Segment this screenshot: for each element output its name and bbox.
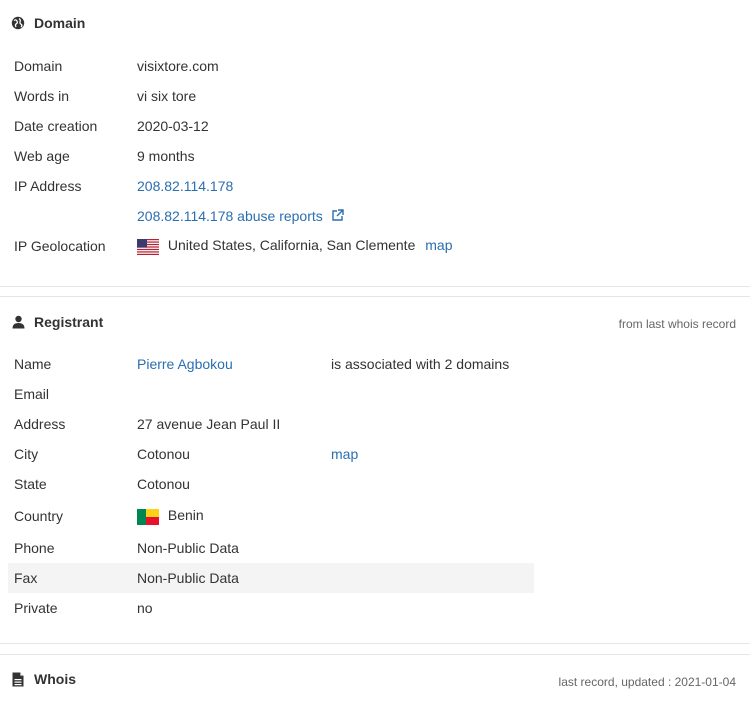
table-row: Name Pierre Agbokou is associated with 2… xyxy=(8,349,534,379)
table-row: 208.82.114.178 abuse reports xyxy=(8,201,458,231)
table-row: State Cotonou xyxy=(8,469,534,499)
state-value: Cotonou xyxy=(137,476,190,492)
whois-title-text: Whois xyxy=(34,671,76,687)
geo-map-link[interactable]: map xyxy=(425,237,452,253)
geo-cell: United States, California, San Clemente … xyxy=(131,231,458,261)
domain-title-text: Domain xyxy=(34,15,86,31)
date-creation-value: 2020-03-12 xyxy=(137,118,209,134)
table-row: Date creation 2020-03-12 xyxy=(8,111,458,141)
address-value: 27 avenue Jean Paul II xyxy=(137,416,281,432)
registrant-section-title: Registrant xyxy=(10,314,103,330)
user-icon xyxy=(10,314,26,330)
whois-section-title: Whois xyxy=(10,671,76,687)
city-label: City xyxy=(14,446,39,462)
abuse-cell: 208.82.114.178 abuse reports xyxy=(131,201,458,231)
divider xyxy=(0,643,750,644)
registrant-meta: from last whois record xyxy=(618,317,736,331)
email-label: Email xyxy=(14,386,50,402)
geo-value: United States, California, San Clemente xyxy=(167,237,416,254)
web-age-label: Web age xyxy=(14,148,70,164)
fax-label: Fax xyxy=(8,563,131,593)
divider xyxy=(0,286,750,287)
empty-label xyxy=(8,201,131,231)
domain-value: visixtore.com xyxy=(137,58,219,74)
registrant-name-link[interactable]: Pierre Agbokou xyxy=(137,356,233,372)
country-cell: Benin xyxy=(131,499,325,533)
private-label: Private xyxy=(14,600,58,616)
domain-section-title: Domain xyxy=(10,15,85,31)
globe-icon xyxy=(10,15,26,31)
domain-section: Domain Domain visixtore.com Words in vi … xyxy=(0,0,750,288)
document-icon xyxy=(10,671,26,687)
registrant-section: Registrant from last whois record Name P… xyxy=(0,297,750,643)
country-label: Country xyxy=(14,508,64,524)
words-in-value: vi six tore xyxy=(137,88,197,104)
name-cell: Pierre Agbokou xyxy=(131,349,325,379)
web-age-value: 9 months xyxy=(137,148,195,164)
table-row: Words in vi six tore xyxy=(8,81,458,111)
ip-address-link[interactable]: 208.82.114.178 xyxy=(137,178,233,194)
table-row: Phone Non-Public Data xyxy=(8,533,534,563)
words-in-label: Words in xyxy=(14,88,69,104)
domain-label: Domain xyxy=(14,58,63,74)
name-associated: is associated with 2 domains xyxy=(331,356,510,372)
domain-table: Domain visixtore.com Words in vi six tor… xyxy=(8,51,458,261)
table-row: IP Geolocation United States, California… xyxy=(8,231,458,261)
table-row: Web age 9 months xyxy=(8,141,458,171)
ip-geolocation-label: IP Geolocation xyxy=(14,238,106,254)
table-row: Email xyxy=(8,379,534,409)
whois-meta: last record, updated : 2021-01-04 xyxy=(558,675,736,689)
table-row: City Cotonou map xyxy=(8,439,534,469)
city-value: Cotonou xyxy=(137,446,190,462)
ip-address-cell: 208.82.114.178 xyxy=(131,171,458,201)
abuse-reports-link[interactable]: 208.82.114.178 abuse reports xyxy=(137,208,344,224)
registrant-title-text: Registrant xyxy=(34,314,104,330)
private-value: no xyxy=(137,600,153,616)
phone-label: Phone xyxy=(14,540,55,556)
table-row: Domain visixtore.com xyxy=(8,51,458,81)
date-creation-label: Date creation xyxy=(14,118,98,134)
state-label: State xyxy=(14,476,47,492)
table-row: Country Benin xyxy=(8,499,534,533)
fax-value: Non-Public Data xyxy=(131,563,325,593)
address-label: Address xyxy=(14,416,66,432)
email-value xyxy=(131,379,325,409)
registrant-table: Name Pierre Agbokou is associated with 2… xyxy=(8,349,534,623)
city-map-link[interactable]: map xyxy=(331,446,358,462)
abuse-reports-text: 208.82.114.178 abuse reports xyxy=(137,207,323,224)
ip-address-label: IP Address xyxy=(14,178,82,194)
country-value: Benin xyxy=(167,507,204,524)
external-link-icon xyxy=(331,208,344,225)
city-map-cell: map xyxy=(325,439,534,469)
phone-value: Non-Public Data xyxy=(137,540,239,556)
whois-section: Whois last record, updated : 2021-01-04 xyxy=(0,655,750,701)
table-row: Fax Non-Public Data xyxy=(8,563,534,593)
us-flag-icon xyxy=(137,238,159,255)
table-row: IP Address 208.82.114.178 xyxy=(8,171,458,201)
table-row: Private no xyxy=(8,593,534,623)
name-label: Name xyxy=(14,356,52,372)
benin-flag-icon xyxy=(137,508,159,525)
table-row: Address 27 avenue Jean Paul II xyxy=(8,409,534,439)
